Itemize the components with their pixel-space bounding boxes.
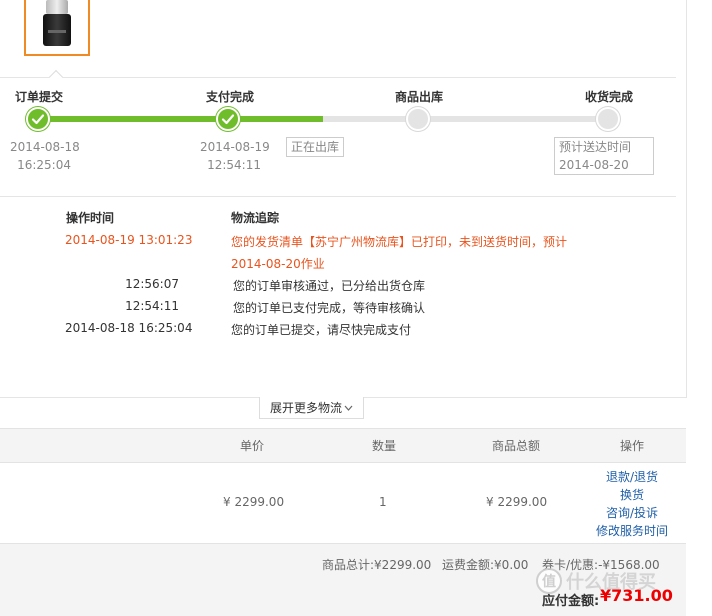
step-node-submitted bbox=[26, 107, 50, 131]
cell-total: ¥ 2299.00 bbox=[486, 495, 548, 509]
juicer-top bbox=[46, 0, 68, 14]
eta-label: 预计送达时间 bbox=[559, 140, 632, 154]
log-time-1: 2014-08-19 13:01:23 bbox=[65, 233, 193, 247]
chevron-down-icon bbox=[344, 405, 353, 411]
step-node-shipped bbox=[406, 107, 430, 131]
watermark: 值 什么值得买 bbox=[536, 568, 656, 594]
cell-unit-price: ¥ 2299.00 bbox=[223, 495, 285, 509]
eta-box: 预计送达时间 2014-08-20 bbox=[554, 137, 654, 175]
modify-service-time-link[interactable]: 修改服务时间 bbox=[596, 522, 668, 539]
current-status-box: 正在出库 bbox=[286, 137, 345, 157]
table-header bbox=[0, 428, 686, 463]
juicer-logo bbox=[48, 30, 66, 33]
exchange-link[interactable]: 换货 bbox=[620, 486, 644, 503]
step-label-submitted: 订单提交 bbox=[15, 90, 64, 104]
log-time-header: 操作时间 bbox=[66, 211, 115, 225]
check-icon bbox=[31, 114, 45, 125]
step-date-submitted-time: 16:25:04 bbox=[17, 158, 71, 172]
consult-complaint-link[interactable]: 咨询/投诉 bbox=[606, 504, 658, 521]
step-date-submitted: 2014-08-18 16:25:04 bbox=[10, 138, 80, 174]
step-label-paid: 支付完成 bbox=[206, 90, 255, 104]
log-text-1: 您的发货清单【苏宁广州物流库】已打印，未到送货时间，预计 bbox=[231, 235, 568, 249]
header-total: 商品总额 bbox=[492, 439, 541, 453]
refund-return-link[interactable]: 退款/退货 bbox=[606, 468, 658, 485]
log-text-2: 您的订单审核通过，已分给出货仓库 bbox=[233, 279, 426, 293]
progress-track-complete bbox=[38, 116, 323, 122]
watermark-logo-icon: 值 bbox=[536, 568, 562, 594]
divider-progress bbox=[0, 196, 676, 197]
log-track-header: 物流追踪 bbox=[231, 211, 280, 225]
product-thumbnail[interactable] bbox=[24, 0, 90, 56]
watermark-text: 什么值得买 bbox=[566, 572, 656, 593]
cell-quantity: 1 bbox=[379, 495, 387, 509]
log-time-4: 2014-08-18 16:25:04 bbox=[65, 321, 193, 335]
log-time-3: 12:54:11 bbox=[125, 299, 179, 313]
step-label-shipped: 商品出库 bbox=[395, 90, 444, 104]
divider-top bbox=[0, 77, 676, 78]
eta-date: 2014-08-20 bbox=[559, 158, 629, 172]
step-date-submitted-day: 2014-08-18 bbox=[10, 140, 80, 154]
check-icon bbox=[221, 114, 235, 125]
goods-total: 商品总计:¥2299.00 bbox=[322, 558, 432, 572]
thumbnail-pointer bbox=[48, 69, 64, 85]
progress-track-pending bbox=[323, 116, 608, 122]
step-date-paid-day: 2014-08-19 bbox=[200, 140, 270, 154]
expand-logistics-button[interactable]: 展开更多物流 bbox=[259, 397, 364, 419]
shipping-fee: 运费金额:¥0.00 bbox=[442, 558, 529, 572]
step-node-received bbox=[596, 107, 620, 131]
panel-right-border bbox=[686, 0, 687, 398]
expand-logistics-label: 展开更多物流 bbox=[269, 401, 342, 415]
header-action: 操作 bbox=[620, 439, 645, 453]
log-text-3: 您的订单已支付完成，等待审核确认 bbox=[233, 301, 426, 315]
log-text-1-cont: 2014-08-20作业 bbox=[231, 257, 325, 271]
step-label-received: 收货完成 bbox=[585, 90, 634, 104]
step-date-paid: 2014-08-19 12:54:11 bbox=[200, 138, 270, 174]
log-text-4: 您的订单已提交，请尽快完成支付 bbox=[231, 323, 412, 337]
header-unit-price: 单价 bbox=[240, 439, 265, 453]
header-quantity: 数量 bbox=[372, 439, 397, 453]
step-date-paid-time: 12:54:11 bbox=[207, 158, 261, 172]
log-time-2: 12:56:07 bbox=[125, 277, 179, 291]
step-node-paid bbox=[216, 107, 240, 131]
